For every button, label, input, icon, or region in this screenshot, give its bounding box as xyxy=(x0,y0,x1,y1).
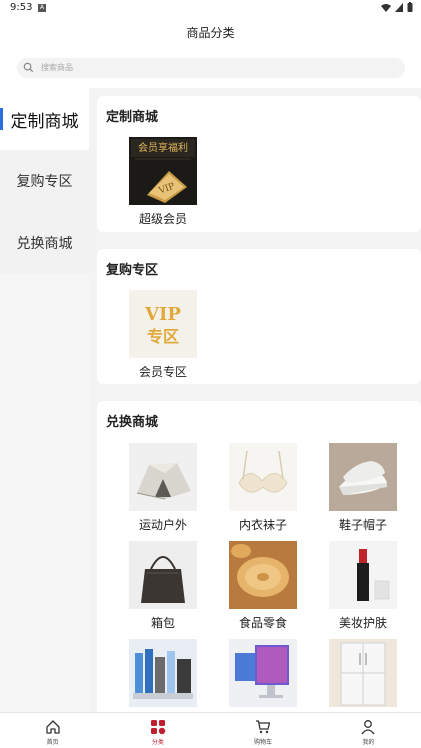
category-tile-super-vip[interactable]: 会员享福利 VIP 超级会员 xyxy=(121,137,205,227)
tile-label: 食品零食 xyxy=(238,616,287,630)
category-tile-bags[interactable]: 箱包 xyxy=(121,541,205,631)
tile-label: 内衣袜子 xyxy=(238,518,287,532)
bottom-tab-bar: 首页 分类 购物车 我的 xyxy=(0,712,421,748)
category-tile-sports-outdoor[interactable]: 运动户外 xyxy=(121,443,205,533)
tile-label: 运动户外 xyxy=(138,518,187,532)
notification-icon: A xyxy=(38,4,46,12)
monitor-image xyxy=(229,639,297,707)
section-title: 兑换商城 xyxy=(106,415,159,430)
sneakers-image xyxy=(329,443,397,511)
tab-label: 分类 xyxy=(151,738,164,746)
wifi-icon xyxy=(381,3,391,12)
search-icon xyxy=(23,62,34,73)
tile-label: 箱包 xyxy=(150,616,175,630)
section-title: 定制商城 xyxy=(106,110,159,125)
vip-card-title: 会员享福利 xyxy=(138,141,188,154)
sidebar-item-label: 兑换商城 xyxy=(16,236,73,252)
tile-label: 超级会员 xyxy=(138,212,187,226)
vip-zone-line2: 专区 xyxy=(147,327,179,346)
sidebar-item-custom-mall[interactable]: 定制商城 xyxy=(0,88,89,150)
tab-label: 首页 xyxy=(46,738,59,746)
tab-label: 购物车 xyxy=(254,738,273,746)
refrigerator-image xyxy=(329,639,397,707)
status-bar: 9:53 A xyxy=(0,0,421,18)
category-tile-food-snacks[interactable]: 食品零食 xyxy=(221,541,305,631)
sidebar-item-repurchase[interactable]: 复购专区 xyxy=(0,150,89,212)
category-tile-stationery[interactable] xyxy=(121,639,205,712)
vip-zone-line1: VIP xyxy=(144,304,181,325)
handbag-image xyxy=(129,541,197,609)
tile-label: 美妆护肤 xyxy=(338,616,387,630)
tab-home[interactable]: 首页 xyxy=(0,713,105,748)
section-exchange-mall: 兑换商城 运动户外 内衣袜子 鞋子帽子 箱包 食品零食 美妆护肤 xyxy=(97,401,421,712)
search-input[interactable] xyxy=(41,58,381,78)
sidebar-filler xyxy=(0,274,89,712)
bra-image xyxy=(229,443,297,511)
sidebar-item-exchange-mall[interactable]: 兑换商城 xyxy=(0,212,89,274)
category-tile-beauty-skincare[interactable]: 美妆护肤 xyxy=(321,541,405,631)
cart-icon xyxy=(256,719,271,733)
category-tile-underwear-socks[interactable]: 内衣袜子 xyxy=(221,443,305,533)
category-tile-digital[interactable] xyxy=(221,639,305,712)
category-sidebar: 定制商城 复购专区 兑换商城 xyxy=(0,88,89,712)
profile-icon xyxy=(361,719,375,734)
tile-label: 会员专区 xyxy=(138,365,187,379)
sidebar-item-label: 复购专区 xyxy=(16,174,73,190)
tab-profile[interactable]: 我的 xyxy=(316,713,421,748)
category-tile-appliances[interactable] xyxy=(321,639,405,712)
lipstick-image xyxy=(329,541,397,609)
tent-image xyxy=(129,443,197,511)
section-repurchase: 复购专区 VIP 专区 会员专区 xyxy=(97,249,421,384)
page-title: 商品分类 xyxy=(186,26,235,40)
home-icon xyxy=(45,719,60,734)
search-bar[interactable] xyxy=(17,58,405,78)
status-icons xyxy=(381,2,413,12)
section-custom-mall: 定制商城 会员享福利 VIP 超级会员 xyxy=(97,96,421,232)
category-icon xyxy=(150,719,166,734)
vip-card-image: 会员享福利 VIP xyxy=(129,137,197,205)
battery-icon xyxy=(407,2,413,12)
section-title: 复购专区 xyxy=(106,263,159,278)
tab-label: 我的 xyxy=(362,738,375,746)
sidebar-item-label: 定制商城 xyxy=(10,111,79,132)
stationery-image xyxy=(129,639,197,707)
category-content: 定制商城 会员享福利 VIP 超级会员 复购专区 VIP 专区 会员专区 兑换商… xyxy=(89,88,421,712)
vip-zone-image: VIP 专区 xyxy=(129,290,197,358)
tile-label: 鞋子帽子 xyxy=(338,518,387,532)
cookies-image xyxy=(229,541,297,609)
tab-cart[interactable]: 购物车 xyxy=(211,713,316,748)
category-tile-member-zone[interactable]: VIP 专区 会员专区 xyxy=(121,290,205,380)
category-tile-shoes-hats[interactable]: 鞋子帽子 xyxy=(321,443,405,533)
tab-category[interactable]: 分类 xyxy=(105,713,210,748)
title-bar: 商品分类 xyxy=(0,18,421,48)
status-time: 9:53 xyxy=(10,2,33,13)
signal-icon xyxy=(395,2,403,12)
